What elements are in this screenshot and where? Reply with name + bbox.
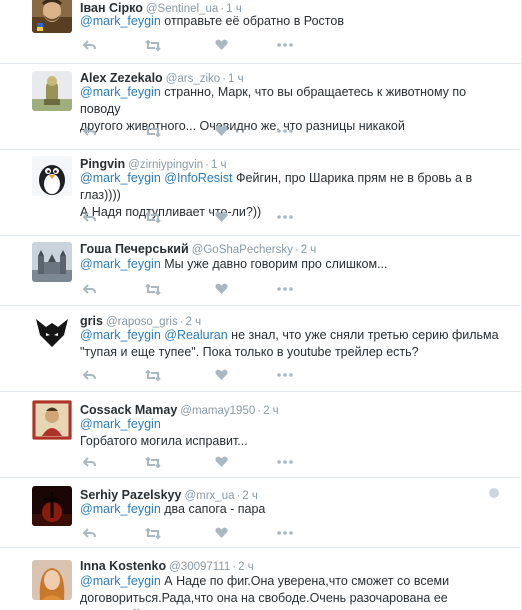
cross-avatar (32, 486, 72, 526)
mention-link[interactable]: @InfoResist (164, 171, 232, 185)
more-dots-icon[interactable] (276, 37, 294, 53)
retweet-icon[interactable] (144, 525, 162, 541)
reply-icon[interactable] (80, 454, 98, 470)
author-handle[interactable]: @GoShaPechersky (192, 244, 293, 256)
author-name[interactable]: gris (80, 314, 103, 328)
gear-icon[interactable] (489, 488, 499, 498)
mention-link[interactable]: @mark_feygin (80, 502, 161, 516)
tweet-text: @mark_feygin @Realuran не знал, что уже … (80, 328, 499, 359)
mention-link[interactable]: @mark_feygin (80, 85, 161, 99)
penguin-avatar (32, 156, 72, 196)
more-dots-icon[interactable] (276, 454, 294, 470)
avatar[interactable] (32, 242, 72, 282)
tweet-text: @mark_feygin Мы уже давно говорим про сл… (80, 257, 388, 271)
tweet-item[interactable]: gris @raposo_gris · 2 ч @mark_feygin @Realu… (0, 306, 521, 392)
reply-icon[interactable] (80, 123, 98, 139)
avatar[interactable] (32, 0, 72, 33)
mention-link[interactable]: @Realuran (164, 328, 227, 342)
more-dots-icon[interactable] (276, 123, 294, 139)
more-dots-icon[interactable] (276, 209, 294, 225)
tweet-item[interactable]: Inna Kostenko @30097111 · 2 ч @mark_feygin … (0, 548, 521, 610)
cossack-portrait-avatar (32, 0, 72, 33)
timestamp[interactable]: 2 ч (301, 244, 317, 256)
cossack-mamay-avatar (32, 400, 72, 440)
retweet-icon[interactable] (144, 209, 162, 225)
more-dots-icon[interactable] (276, 281, 294, 297)
avatar[interactable] (32, 313, 72, 353)
author-name[interactable]: Cossack Mamay (80, 403, 177, 417)
heart-icon[interactable] (212, 123, 230, 139)
mention-link[interactable]: @mark_feygin (80, 171, 161, 185)
heart-icon[interactable] (212, 525, 230, 541)
mention-link[interactable]: @mark_feygin (80, 417, 161, 431)
tweet-item[interactable]: Іван Сірко @Sentinel_ua · 1 ч @mark_feygin … (0, 0, 521, 64)
reply-icon[interactable] (80, 37, 98, 53)
avatar[interactable] (32, 486, 72, 526)
figure-avatar (32, 71, 72, 111)
reply-icon[interactable] (80, 281, 98, 297)
avatar[interactable] (32, 156, 72, 196)
mention-link[interactable]: @mark_feygin (80, 574, 161, 588)
tweet-item[interactable]: Serhiy Pazelskyy @mrx_ua · 2 ч @mark_feygin… (0, 478, 521, 548)
author-name[interactable]: Alex Zezekalo (80, 71, 163, 85)
heart-icon[interactable] (212, 367, 230, 383)
more-dots-icon[interactable] (276, 525, 294, 541)
heart-icon[interactable] (212, 209, 230, 225)
author-name[interactable]: Pingvin (80, 157, 125, 171)
retweet-icon[interactable] (144, 37, 162, 53)
more-dots-icon[interactable] (276, 367, 294, 383)
tweet-feed: Іван Сірко @Sentinel_ua · 1 ч @mark_feygin … (0, 0, 522, 610)
tweet-item[interactable]: Cossack Mamay @mamay1950 · 2 ч @mark_feygin… (0, 392, 521, 478)
woman-avatar (32, 560, 72, 600)
tweet-text: @mark_feygin отправьте её обратно в Рост… (80, 14, 344, 28)
heart-icon[interactable] (212, 37, 230, 53)
retweet-icon[interactable] (144, 281, 162, 297)
avatar[interactable] (32, 71, 72, 111)
author-name[interactable]: Serhiy Pazelskyy (80, 488, 181, 502)
tweet-text: @mark_feygin два сапога - пара (80, 502, 266, 516)
retweet-icon[interactable] (144, 454, 162, 470)
heart-icon[interactable] (212, 454, 230, 470)
mention-link[interactable]: @mark_feygin (80, 257, 161, 271)
reply-icon[interactable] (80, 367, 98, 383)
timestamp[interactable]: 2 ч (238, 561, 254, 573)
tweet-item[interactable]: Pingvin @zirniypingvin · 1 ч @mark_feygin @… (0, 150, 521, 236)
tweet-text: @mark_feygin Горбатого могила исправит..… (80, 417, 248, 448)
mention-link[interactable]: @mark_feygin (80, 328, 161, 342)
avatar[interactable] (32, 560, 72, 600)
heart-icon[interactable] (212, 281, 230, 297)
author-handle[interactable]: @30097111 (169, 561, 230, 573)
castle-avatar (32, 242, 72, 282)
reply-icon[interactable] (80, 525, 98, 541)
tweet-item[interactable]: Alex Zezekalo @ars_ziko · 1 ч @mark_feygin … (0, 64, 521, 150)
retweet-icon[interactable] (144, 367, 162, 383)
author-name[interactable]: Inna Kostenko (80, 559, 166, 573)
tweet-item[interactable]: Гоша Печерський @GoShaPechersky · 2 ч @mark… (0, 236, 521, 306)
retweet-icon[interactable] (144, 123, 162, 139)
author-name[interactable]: Гоша Печерський (80, 242, 189, 256)
mention-link[interactable]: @mark_feygin (80, 14, 161, 28)
avatar[interactable] (32, 400, 72, 440)
wolf-avatar (32, 313, 72, 353)
tweet-text: @mark_feygin А Наде по фиг.Она уверена,ч… (80, 574, 450, 610)
reply-icon[interactable] (80, 209, 98, 225)
